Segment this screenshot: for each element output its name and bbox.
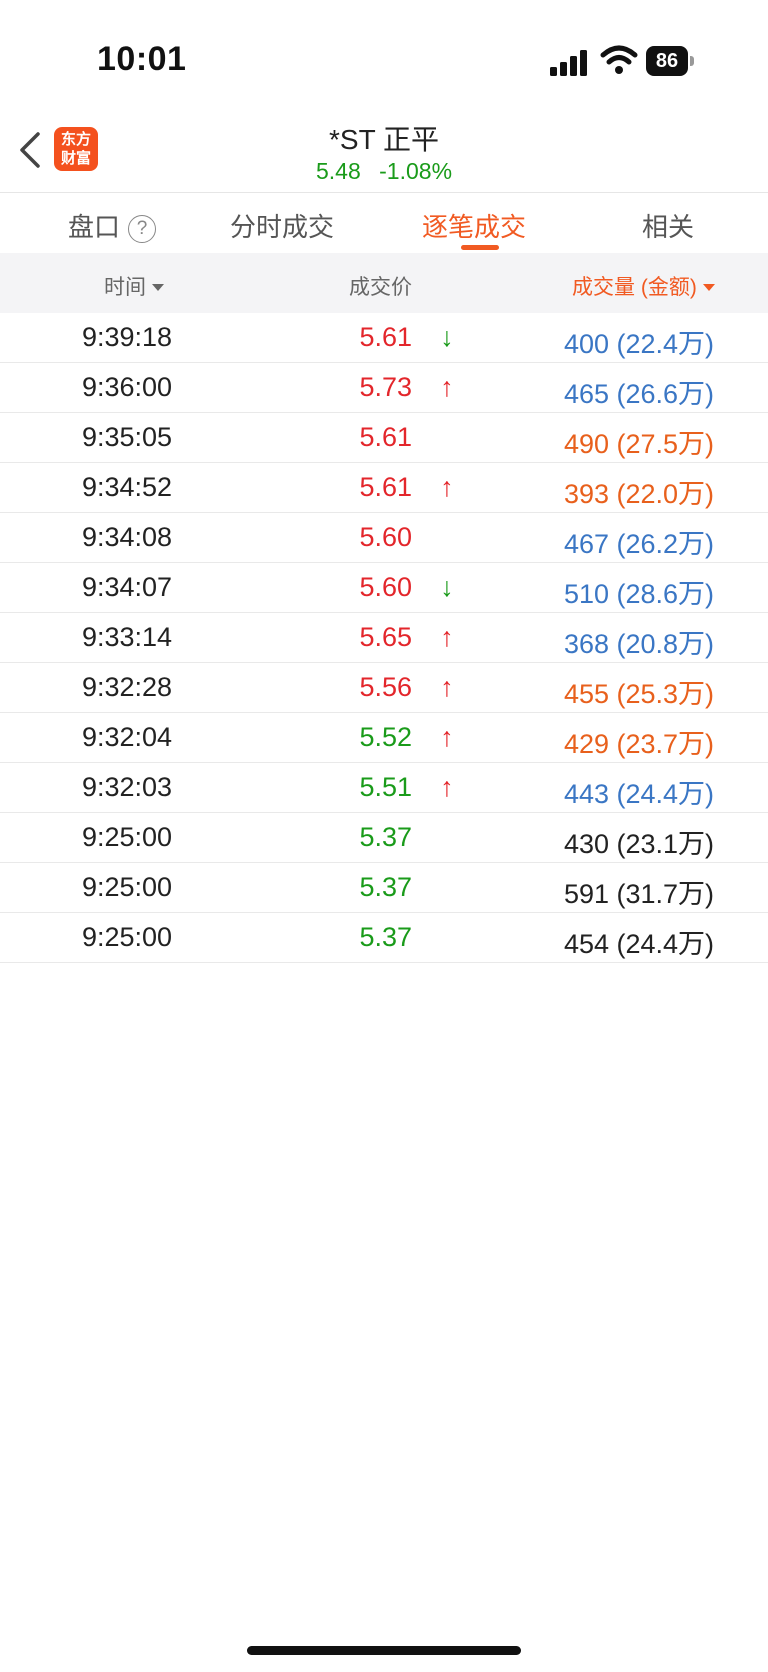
arrow-up-icon: ↑ xyxy=(440,372,454,402)
trade-row: 9:33:14 5.65 ↑ 368 (20.8万) xyxy=(0,613,768,663)
trade-time: 9:25:00 xyxy=(81,822,173,852)
trade-price: 5.37 xyxy=(359,822,412,852)
trade-row: 9:34:07 5.60 ↓ 510 (28.6万) xyxy=(0,563,768,613)
trade-time: 9:34:08 xyxy=(81,522,173,552)
column-time-label: 时间 xyxy=(104,276,146,299)
trade-time: 9:32:04 xyxy=(81,722,173,752)
trade-price: 5.37 xyxy=(359,872,412,902)
arrow-up-icon: ↑ xyxy=(440,472,454,502)
trade-row: 9:36:00 5.73 ↑ 465 (26.6万) xyxy=(0,363,768,413)
trade-volume: 510 (28.6万) xyxy=(563,579,715,609)
trade-volume: 455 (25.3万) xyxy=(563,679,715,709)
trade-row: 9:32:28 5.56 ↑ 455 (25.3万) xyxy=(0,663,768,713)
tab-related[interactable]: 相关 xyxy=(642,207,694,244)
trade-time: 9:39:18 xyxy=(81,322,173,352)
trade-price: 5.60 xyxy=(359,522,412,552)
trade-volume: 465 (26.6万) xyxy=(563,379,715,409)
trade-time: 9:33:14 xyxy=(81,622,173,652)
tab-minute-trades[interactable]: 分时成交 xyxy=(230,207,334,244)
trade-price: 5.73 xyxy=(359,372,412,402)
wifi-icon xyxy=(600,45,638,74)
arrow-up-icon: ↑ xyxy=(440,722,454,752)
clock: 10:01 xyxy=(97,40,187,78)
sort-caret-icon xyxy=(152,284,164,291)
trade-price: 5.61 xyxy=(359,322,412,352)
battery-level: 86 xyxy=(646,46,688,76)
trade-time: 9:34:52 xyxy=(81,472,173,502)
trade-price: 5.56 xyxy=(359,672,412,702)
trade-time: 9:25:00 xyxy=(81,922,173,952)
column-volume-label: 成交量 (金额) xyxy=(572,276,697,299)
arrow-down-icon: ↓ xyxy=(440,322,454,352)
trade-time: 9:35:05 xyxy=(81,422,173,452)
trade-time: 9:34:07 xyxy=(81,572,173,602)
trade-list: 9:39:18 5.61 ↓ 400 (22.4万) 9:36:00 5.73 ↑ 465 (… xyxy=(0,313,768,963)
trade-time: 9:32:03 xyxy=(81,772,173,802)
column-price: 成交价 xyxy=(349,276,412,299)
trade-time: 9:36:00 xyxy=(81,372,173,402)
table-header: 时间 成交价 成交量 (金额) xyxy=(0,253,768,313)
trade-price: 5.60 xyxy=(359,572,412,602)
column-time[interactable]: 时间 xyxy=(104,271,164,301)
trade-volume: 400 (22.4万) xyxy=(563,329,715,359)
arrow-up-icon: ↑ xyxy=(440,672,454,702)
battery-icon: 86 xyxy=(646,46,694,76)
tab-bar: 盘口? 分时成交 逐笔成交 相关 xyxy=(0,192,768,253)
signal-icon xyxy=(550,48,590,76)
trade-row: 9:32:03 5.51 ↑ 443 (24.4万) xyxy=(0,763,768,813)
arrow-down-icon: ↓ xyxy=(440,572,454,602)
trade-price: 5.65 xyxy=(359,622,412,652)
trade-row: 9:25:00 5.37 454 (24.4万) xyxy=(0,913,768,963)
trade-row: 9:25:00 5.37 430 (23.1万) xyxy=(0,813,768,863)
trade-volume: 490 (27.5万) xyxy=(563,429,715,459)
trade-volume: 430 (23.1万) xyxy=(563,829,715,859)
trade-price: 5.52 xyxy=(359,722,412,752)
trade-row: 9:39:18 5.61 ↓ 400 (22.4万) xyxy=(0,313,768,363)
trade-price: 5.61 xyxy=(359,472,412,502)
arrow-up-icon: ↑ xyxy=(440,622,454,652)
stock-change: -1.08% xyxy=(379,158,453,184)
nav-header: 东方 财富 *ST 正平 5.48 -1.08% xyxy=(0,110,768,192)
trade-row: 9:32:04 5.52 ↑ 429 (23.7万) xyxy=(0,713,768,763)
trade-time: 9:25:00 xyxy=(81,872,173,902)
trade-volume: 429 (23.7万) xyxy=(563,729,715,759)
active-tab-indicator xyxy=(461,245,499,250)
home-indicator[interactable] xyxy=(247,1646,521,1655)
trade-volume: 454 (24.4万) xyxy=(563,929,715,959)
stock-name: *ST 正平 xyxy=(329,124,439,155)
trade-volume: 443 (24.4万) xyxy=(563,779,715,809)
trade-time: 9:32:28 xyxy=(81,672,173,702)
help-icon[interactable]: ? xyxy=(128,215,157,243)
stock-quote: 5.48 -1.08% xyxy=(0,158,768,185)
tab-label: 盘口 xyxy=(68,212,121,242)
trade-volume: 467 (26.2万) xyxy=(563,529,715,559)
trade-row: 9:35:05 5.61 490 (27.5万) xyxy=(0,413,768,463)
trade-volume: 368 (20.8万) xyxy=(563,629,715,659)
tab-order-book[interactable]: 盘口? xyxy=(68,207,157,244)
sort-caret-icon xyxy=(702,284,715,291)
trade-volume: 393 (22.0万) xyxy=(563,479,715,509)
trade-price: 5.37 xyxy=(359,922,412,952)
trade-row: 9:34:08 5.60 467 (26.2万) xyxy=(0,513,768,563)
arrow-up-icon: ↑ xyxy=(440,772,454,802)
trade-price: 5.51 xyxy=(359,772,412,802)
trade-price: 5.61 xyxy=(359,422,412,452)
tab-tick-trades[interactable]: 逐笔成交 xyxy=(422,207,526,244)
trade-row: 9:25:00 5.37 591 (31.7万) xyxy=(0,863,768,913)
trade-volume: 591 (31.7万) xyxy=(563,879,715,909)
trade-row: 9:34:52 5.61 ↑ 393 (22.0万) xyxy=(0,463,768,513)
stock-price: 5.48 xyxy=(315,158,361,184)
column-volume[interactable]: 成交量 (金额) xyxy=(572,271,715,301)
status-bar: 10:01 86 xyxy=(0,0,768,110)
